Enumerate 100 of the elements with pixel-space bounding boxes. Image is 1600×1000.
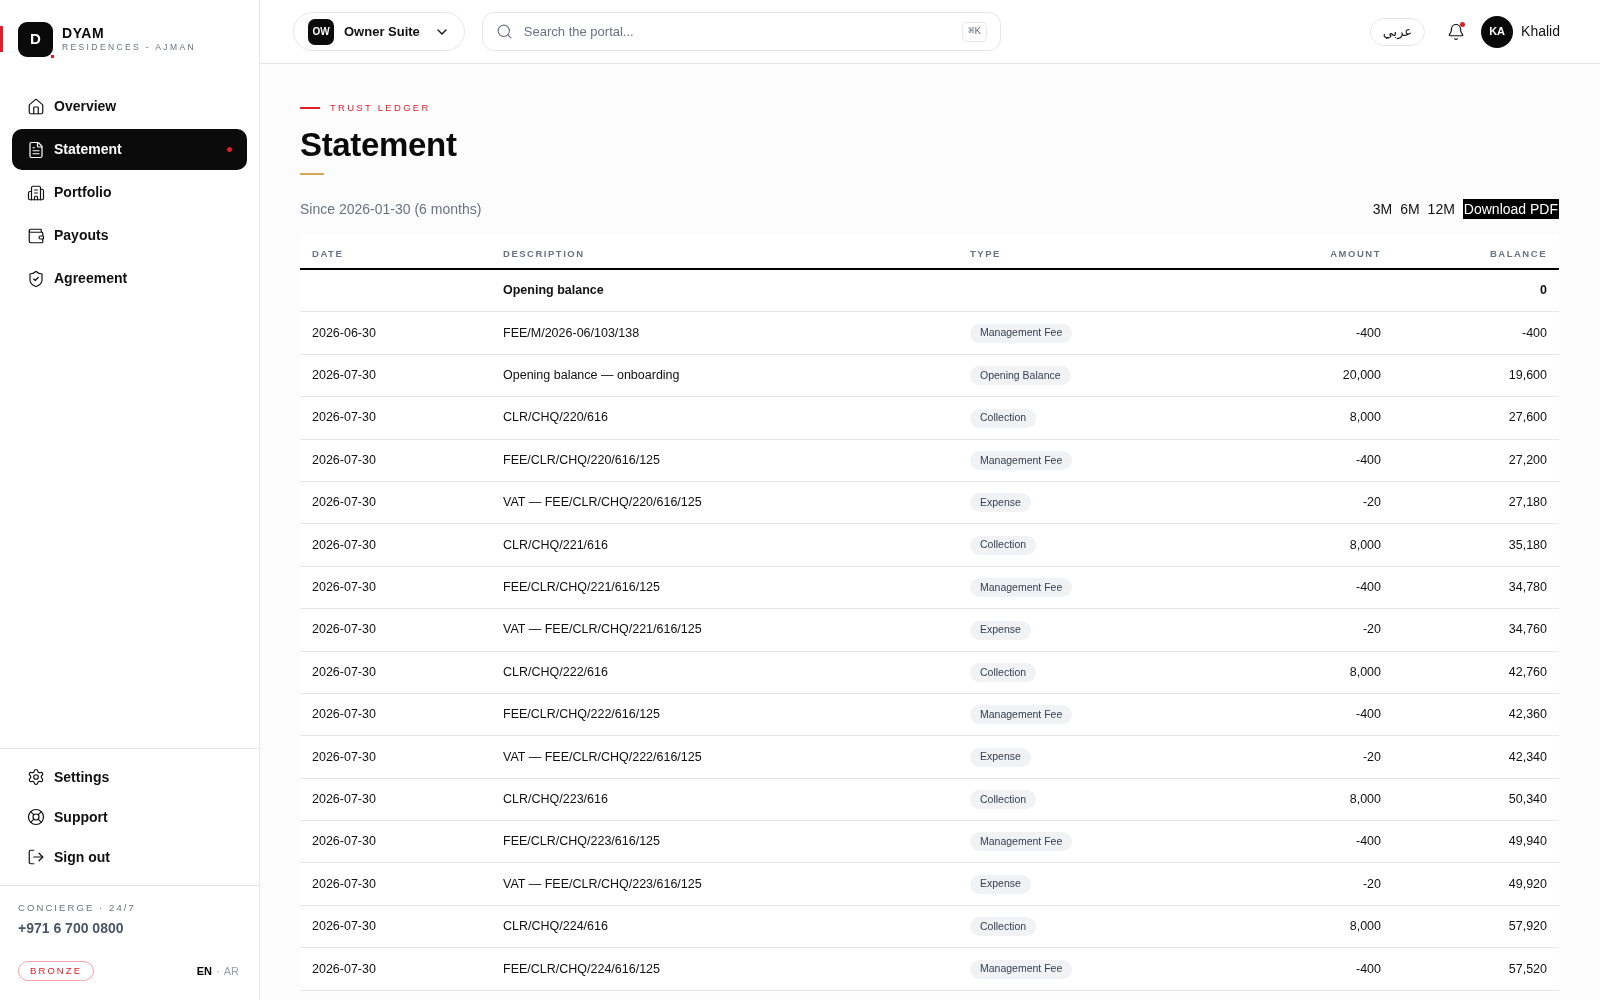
column-header: DESCRIPTION <box>503 247 585 259</box>
table-cell: 34,780 <box>1508 580 1547 595</box>
range-button[interactable]: 3M <box>1372 198 1393 220</box>
table-cell: CLR/CHQ/221/616 <box>503 537 608 552</box>
table-cell: 27,180 <box>1508 495 1547 510</box>
table-cell: 27,600 <box>1508 410 1547 425</box>
column-header: TYPE <box>970 247 1001 259</box>
table-cell: -20 <box>1362 622 1381 637</box>
nav-item[interactable]: Sign out <box>12 837 247 877</box>
table-cell: CLR/CHQ/224/616 <box>503 919 608 934</box>
brand-tagline: RESIDENCES - AJMAN <box>62 43 196 52</box>
table-cell: 8,000 <box>1349 792 1381 806</box>
accent-line <box>300 107 320 109</box>
table-cell: 2026-07-30 <box>312 792 376 806</box>
type-tag: Collection <box>970 408 1037 428</box>
table-cell: 2026-07-30 <box>312 961 376 976</box>
table-cell: 2026-07-30 <box>312 749 376 764</box>
period-label: Since 2026-01-30 (6 months) <box>300 199 482 219</box>
table-cell: 2026-07-30 <box>312 410 376 425</box>
table-cell: -400 <box>1355 580 1381 595</box>
nav-item[interactable]: Portfolio <box>12 172 247 213</box>
type-tag: Management Fee <box>970 705 1073 725</box>
table-cell: 8,000 <box>1349 919 1381 934</box>
table-cell: VAT — FEE/CLR/CHQ/220/616/125 <box>503 495 702 510</box>
table-cell: 2026-07-30 <box>312 876 376 891</box>
table-cell: VAT — FEE/CLR/CHQ/221/616/125 <box>503 622 702 637</box>
table-cell: CLR/CHQ/220/616 <box>503 410 608 425</box>
workspace-logo: OW <box>308 18 334 45</box>
table-cell: -400 <box>1355 707 1381 722</box>
nav-item[interactable]: Overview <box>12 86 247 127</box>
table-cell: -20 <box>1362 749 1381 764</box>
table-cell: 2026-06-30 <box>312 325 376 340</box>
range-button[interactable]: 12M <box>1427 198 1455 220</box>
table-cell: -400 <box>1355 325 1381 340</box>
nav-item[interactable]: Payouts <box>12 215 247 256</box>
table-cell: Opening balance <box>503 283 604 298</box>
type-tag: Collection <box>970 917 1037 937</box>
document-icon <box>27 140 45 159</box>
table-cell: 57,920 <box>1508 919 1547 934</box>
settings-icon <box>27 768 45 786</box>
table-cell: 42,340 <box>1508 749 1547 764</box>
table-cell: -20 <box>1362 495 1381 510</box>
table-cell: FEE/M/2026-06/103/138 <box>503 325 640 340</box>
table-cell: 2026-07-30 <box>312 919 376 934</box>
table-cell: -400 <box>1355 961 1381 976</box>
nav-item[interactable]: Support <box>12 797 247 837</box>
type-tag: Expense <box>970 493 1031 513</box>
table-cell: FEE/CLR/CHQ/221/616/125 <box>503 580 661 595</box>
table-cell: 2026-07-30 <box>312 368 376 383</box>
type-tag: Collection <box>970 662 1037 682</box>
table-cell: -400 <box>1355 834 1381 849</box>
table-cell: 27,200 <box>1508 452 1547 467</box>
table-cell: 49,920 <box>1508 876 1547 891</box>
column-header: AMOUNT <box>1330 247 1381 259</box>
search-icon <box>495 23 513 40</box>
type-tag: Collection <box>970 535 1037 555</box>
download-button[interactable]: Download PDF <box>1462 199 1559 219</box>
user-name: Khalid <box>1521 22 1560 41</box>
table-cell: 2026-07-30 <box>312 452 376 467</box>
accent-bar <box>0 26 3 52</box>
table-cell: VAT — FEE/CLR/CHQ/222/616/125 <box>503 749 702 764</box>
nav-item[interactable]: Agreement <box>12 258 247 299</box>
type-tag: Management Fee <box>970 450 1073 470</box>
table-cell: 50,340 <box>1508 792 1547 806</box>
title-underline <box>300 173 324 175</box>
lifebuoy-icon <box>27 808 45 826</box>
table-cell: CLR/CHQ/222/616 <box>503 664 608 679</box>
table-cell: 57,520 <box>1508 961 1547 976</box>
shortcut-key: ⌘K <box>962 21 987 42</box>
brand-name: DYAM <box>62 26 106 41</box>
table-cell: FEE/CLR/CHQ/220/616/125 <box>503 452 661 467</box>
table-cell: 8,000 <box>1349 664 1381 679</box>
table-cell: 35,180 <box>1508 537 1547 552</box>
avatar[interactable]: KA <box>1481 15 1514 48</box>
table-cell: 19,600 <box>1508 368 1547 383</box>
type-tag: Expense <box>970 620 1031 640</box>
house-icon <box>27 97 45 116</box>
nav-item[interactable]: Statement <box>12 129 247 170</box>
page-title: Statement <box>300 125 457 165</box>
table-cell: 8,000 <box>1349 537 1381 552</box>
table-cell: -400 <box>1355 452 1381 467</box>
table-cell: -400 <box>1521 325 1547 340</box>
language-option[interactable]: EN <box>196 962 213 980</box>
range-button[interactable]: 6M <box>1400 198 1420 220</box>
type-tag: Management Fee <box>970 323 1073 343</box>
table-cell: 2026-07-30 <box>312 495 376 510</box>
bell-icon <box>1447 22 1466 41</box>
type-tag: Expense <box>970 747 1031 767</box>
type-tag: Management Fee <box>970 959 1073 979</box>
type-tag: Collection <box>970 790 1037 810</box>
language-separator: · <box>216 963 220 979</box>
table-cell: 2026-07-30 <box>312 707 376 722</box>
table-cell: VAT — FEE/CLR/CHQ/223/616/125 <box>503 876 702 891</box>
table-cell: FEE/CLR/CHQ/222/616/125 <box>503 707 661 722</box>
wallet-icon <box>27 226 45 245</box>
concierge-phone: +971 6 700 0800 <box>18 919 124 937</box>
table-cell: 0 <box>1540 283 1547 298</box>
nav-item[interactable]: Settings <box>12 757 247 797</box>
table-cell: 42,360 <box>1508 707 1547 722</box>
concierge-label: CONCIERGE · 24/7 <box>18 901 136 915</box>
